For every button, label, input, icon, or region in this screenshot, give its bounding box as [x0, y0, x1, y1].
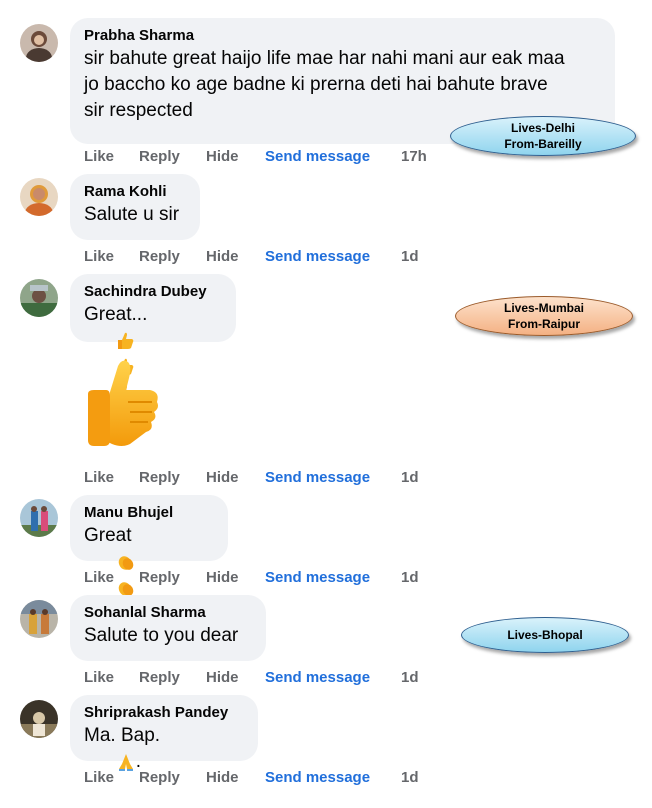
avatar[interactable]	[20, 600, 58, 638]
like-button[interactable]: Like	[84, 248, 139, 265]
comment-actions: Like Reply Hide Send message 1d	[84, 246, 419, 266]
send-message-button[interactable]: Send message	[265, 569, 401, 586]
comment-text: Salute to you dear	[84, 625, 239, 646]
comment-bubble: Sachindra Dubey Great...	[70, 274, 236, 401]
like-button[interactable]: Like	[84, 769, 139, 786]
comment-text: sir bahute great haijo life mae har nahi…	[84, 48, 565, 121]
reply-button[interactable]: Reply	[139, 769, 206, 786]
reply-button[interactable]: Reply	[139, 569, 206, 586]
comment-timestamp[interactable]: 1d	[401, 569, 419, 586]
location-label: Lives-Delhi From-Bareilly	[450, 116, 636, 156]
like-button[interactable]: Like	[84, 469, 139, 486]
like-button[interactable]: Like	[84, 669, 139, 686]
send-message-button[interactable]: Send message	[265, 769, 401, 786]
comment-text-content: Great	[84, 525, 132, 546]
comment-bubble: Sohanlal Sharma Salute to you dear	[70, 595, 266, 661]
send-message-button[interactable]: Send message	[265, 469, 401, 486]
comment-timestamp[interactable]: 17h	[401, 148, 427, 165]
comment-text: Salute u sir	[84, 204, 180, 225]
avatar[interactable]	[20, 700, 58, 738]
location-label: Lives-Mumbai From-Raipur	[455, 296, 633, 336]
comment-actions: Like Reply Hide Send message 1d	[84, 667, 419, 687]
location-label: Lives-Bhopal	[461, 617, 629, 653]
send-message-button[interactable]: Send message	[265, 148, 401, 165]
avatar[interactable]	[20, 178, 58, 216]
location-label-line: From-Raipur	[508, 317, 580, 331]
reply-button[interactable]: Reply	[139, 248, 206, 265]
hide-button[interactable]: Hide	[206, 769, 265, 786]
thumbs-up-sticker	[88, 360, 158, 446]
hide-button[interactable]: Hide	[206, 569, 265, 586]
location-label-line: Lives-Delhi	[510, 121, 576, 135]
comment-actions: Like Reply Hide Send message 1d	[84, 767, 419, 787]
avatar[interactable]	[20, 279, 58, 317]
send-message-button[interactable]: Send message	[265, 669, 401, 686]
comment-bubble: Shriprakash Pandey Ma. Bap. .	[70, 695, 258, 772]
comment-text-content: Great...	[84, 304, 148, 325]
hide-button[interactable]: Hide	[206, 148, 265, 165]
thumbs-up-icon	[117, 332, 134, 349]
avatar[interactable]	[20, 24, 58, 62]
comment-actions: Like Reply Hide Send message 17h	[84, 146, 427, 166]
reply-button[interactable]: Reply	[139, 148, 206, 165]
send-message-button[interactable]: Send message	[265, 248, 401, 265]
comment-author[interactable]: Sachindra Dubey	[84, 282, 222, 302]
comment-author[interactable]: Manu Bhujel	[84, 503, 214, 523]
comment-bubble: Rama Kohli Salute u sir	[70, 174, 200, 240]
comment-timestamp[interactable]: 1d	[401, 469, 419, 486]
comment-timestamp[interactable]: 1d	[401, 669, 419, 686]
like-button[interactable]: Like	[84, 569, 139, 586]
hide-button[interactable]: Hide	[206, 469, 265, 486]
comment-bubble: Manu Bhujel Great	[70, 495, 228, 622]
hide-button[interactable]: Hide	[206, 669, 265, 686]
comment-text: Ma. Bap. .	[84, 723, 244, 801]
comment-author[interactable]: Rama Kohli	[84, 182, 186, 202]
comment-author[interactable]: Sohanlal Sharma	[84, 603, 252, 623]
reply-button[interactable]: Reply	[139, 469, 206, 486]
avatar[interactable]	[20, 499, 58, 537]
comment-author[interactable]: Prabha Sharma	[84, 26, 601, 46]
comment-timestamp[interactable]: 1d	[401, 769, 419, 786]
hide-button[interactable]: Hide	[206, 248, 265, 265]
like-button[interactable]: Like	[84, 148, 139, 165]
comment-actions: Like Reply Hide Send message 1d	[84, 467, 419, 487]
comment-actions: Like Reply Hide Send message 1d	[84, 567, 419, 587]
comment-timestamp[interactable]: 1d	[401, 248, 419, 265]
location-label-line: Lives-Bhopal	[507, 628, 583, 642]
reply-button[interactable]: Reply	[139, 669, 206, 686]
location-label-line: From-Bareilly	[504, 137, 582, 151]
location-label-line: Lives-Mumbai	[503, 301, 584, 315]
comment-author[interactable]: Shriprakash Pandey	[84, 703, 244, 723]
comment-text-content: Ma. Bap.	[84, 725, 161, 746]
